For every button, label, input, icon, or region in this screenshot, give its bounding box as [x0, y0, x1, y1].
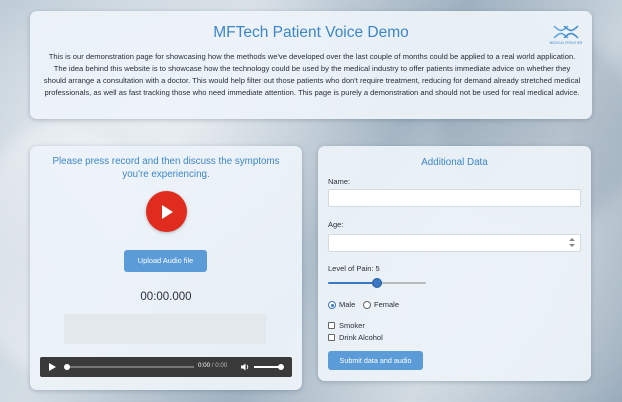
age-input[interactable]	[328, 234, 581, 252]
form-heading: Additional Data	[421, 157, 488, 168]
logo-text: MEDICAL FRONTIER	[549, 41, 583, 45]
smoker-label: Smoker	[339, 321, 365, 330]
logo: MEDICAL FRONTIER	[548, 23, 584, 49]
age-label: Age:	[328, 220, 344, 229]
alcohol-checkbox[interactable]	[328, 334, 335, 341]
pain-level-label: Level of Pain: 5	[328, 264, 380, 273]
recording-timer: 00:00.000	[140, 291, 192, 303]
additional-data-card: Additional Data Name: Age: Level of Pain…	[318, 146, 591, 381]
audio-player: 0:00 / 0:00	[40, 357, 292, 377]
audio-seek-knob[interactable]	[64, 364, 70, 370]
volume-icon[interactable]	[240, 362, 250, 372]
recorder-card: Please press record and then discuss the…	[30, 146, 302, 390]
page-title: MFTech Patient Voice Demo	[213, 24, 409, 41]
age-stepper-icon[interactable]	[569, 238, 575, 248]
audio-play-icon[interactable]	[49, 363, 56, 371]
volume-knob[interactable]	[278, 364, 284, 370]
name-label: Name:	[328, 177, 351, 186]
audio-seek-bar[interactable]	[66, 366, 194, 368]
record-button[interactable]	[146, 191, 187, 232]
gender-female-radio[interactable]	[363, 301, 371, 309]
gender-male-radio[interactable]	[328, 301, 336, 309]
gender-male-label: Male	[339, 300, 356, 309]
play-icon	[162, 204, 173, 219]
pain-level-slider[interactable]	[328, 278, 426, 288]
pain-slider-fill	[328, 282, 377, 284]
header-card: MFTech Patient Voice Demo MEDICAL FRONTI…	[30, 11, 592, 119]
smoker-checkbox[interactable]	[328, 322, 335, 329]
alcohol-label: Drink Alcohol	[339, 333, 383, 342]
audio-time: 0:00 / 0:00	[198, 362, 228, 369]
upload-audio-button[interactable]: Upload Audio file	[124, 250, 207, 272]
page-description: This is our demonstration page for showc…	[43, 52, 581, 97]
pain-slider-thumb[interactable]	[372, 278, 382, 288]
name-input[interactable]	[328, 189, 581, 207]
gender-female-label: Female	[374, 300, 400, 309]
waveform-area	[64, 314, 266, 344]
submit-button[interactable]: Submit data and audio	[328, 351, 423, 370]
record-prompt: Please press record and then discuss the…	[52, 156, 280, 180]
dna-logo-icon	[553, 25, 579, 39]
